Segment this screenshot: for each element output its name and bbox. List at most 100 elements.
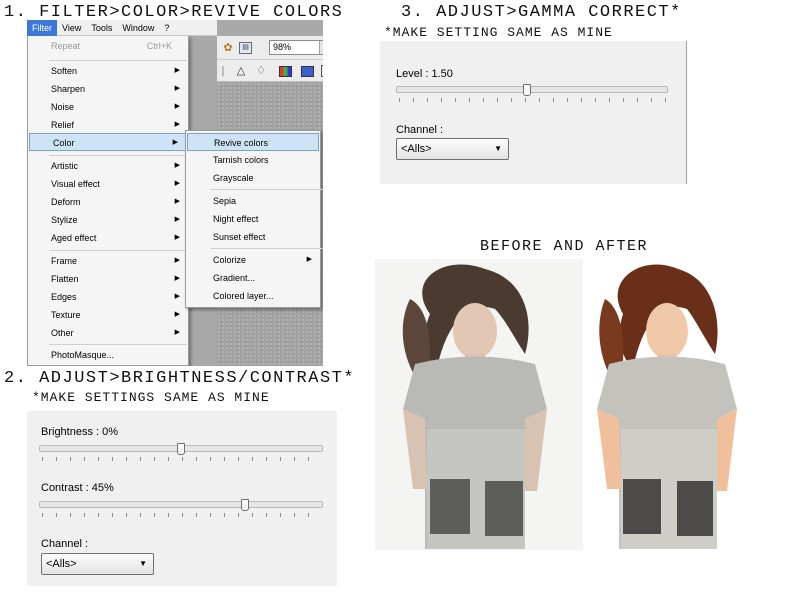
menu-item-label: Tarnish colors: [213, 155, 269, 165]
rgb-icon[interactable]: [279, 66, 292, 77]
menu-item-photomasque[interactable]: PhotoMasque...: [28, 346, 188, 364]
step3-title: 3. ADJUST>GAMMA CORRECT*: [401, 3, 682, 22]
contrast-label: Contrast : 45%: [41, 482, 114, 494]
menu-item-aged-effect[interactable]: Aged effect ▶: [28, 229, 188, 247]
chevron-down-icon[interactable]: ▼: [319, 41, 323, 54]
chevron-right-icon: ▶: [174, 198, 180, 205]
brightness-label: Brightness : 0%: [41, 426, 119, 438]
menu-separator: [49, 60, 187, 61]
menu-item-label: Repeat: [51, 41, 81, 51]
menu-view[interactable]: View: [57, 20, 86, 36]
step2-note: *MAKE SETTINGS SAME AS MINE: [32, 390, 270, 405]
menu-item-label: Other: [51, 328, 74, 338]
crop-icon[interactable]: ⊠: [321, 65, 323, 77]
menu-item-label: Grayscale: [213, 173, 254, 183]
zoom-value: 98%: [273, 42, 292, 52]
menu-item-tarnish-colors[interactable]: Tarnish colors: [186, 151, 320, 169]
menu-item-edges[interactable]: Edges ▶: [28, 288, 188, 306]
chevron-right-icon: ▶: [306, 256, 312, 263]
drop-icon[interactable]: ♢: [253, 63, 269, 79]
gamma-slider-thumb[interactable]: [523, 84, 532, 96]
menu-item-label: Gradient...: [213, 273, 256, 283]
chevron-right-icon: ▶: [174, 257, 180, 264]
palette-icon[interactable]: ✿: [220, 40, 236, 56]
filter-menu: Repeat Ctrl+K Soften ▶ Sharpen ▶ Noise ▶ Re…: [27, 36, 189, 366]
menu-item-color[interactable]: Color ▶: [29, 133, 187, 151]
menu-item-label: Sharpen: [51, 84, 86, 94]
filter-menu-screenshot: Filter View Tools Window ? ✿ ▤ 98% ▼ ⊕ |…: [27, 20, 323, 366]
menu-item-stylize[interactable]: Stylize ▶: [28, 211, 188, 229]
menu-item-revive-colors[interactable]: Revive colors: [187, 133, 319, 151]
color-submenu: Revive colors Tarnish colors Grayscale S…: [185, 130, 323, 308]
menu-item-label: Soften: [51, 66, 78, 76]
menu-item-label: Relief: [51, 120, 75, 130]
gamma-dialog: Level : 1.50 Channel : <Alls> ▼: [380, 41, 687, 184]
menu-separator: [49, 155, 187, 156]
chevron-right-icon: ▶: [174, 67, 180, 74]
menu-item-artistic[interactable]: Artistic ▶: [28, 157, 188, 175]
channel-value: <Alls>: [46, 558, 77, 570]
before-photo: [375, 259, 583, 550]
menu-item-other[interactable]: Other ▶: [28, 324, 188, 342]
step2-title: 2. ADJUST>BRIGHTNESS/CONTRAST*: [4, 369, 356, 388]
menu-window[interactable]: Window: [117, 20, 159, 36]
zoom-select[interactable]: 98% ▼: [269, 40, 323, 55]
triangle-icon[interactable]: △: [233, 63, 249, 79]
menu-tools[interactable]: Tools: [86, 20, 117, 36]
menu-item-visual-effect[interactable]: Visual effect ▶: [28, 175, 188, 193]
brightness-slider-ticks: [42, 457, 322, 461]
gamma-channel-label: Channel :: [396, 124, 444, 136]
channel-value: <Alls>: [401, 143, 432, 155]
chevron-right-icon: ▶: [174, 329, 180, 336]
after-portrait: [597, 264, 737, 549]
menu-item-deform[interactable]: Deform ▶: [28, 193, 188, 211]
chevron-down-icon: ▼: [139, 559, 147, 568]
menu-item-label: Sunset effect: [213, 232, 266, 242]
window-icon[interactable]: ▤: [239, 42, 252, 54]
screen-icon[interactable]: [301, 66, 314, 77]
menu-item-sunset-effect[interactable]: Sunset effect: [186, 228, 320, 246]
menu-item-noise[interactable]: Noise ▶: [28, 98, 188, 116]
menu-item-grayscale[interactable]: Grayscale: [186, 169, 320, 187]
menu-item-relief[interactable]: Relief ▶: [28, 116, 188, 134]
shortcut-label: Ctrl+K: [146, 41, 172, 51]
step3-note: *MAKE SETTING SAME AS MINE: [384, 25, 613, 40]
channel-label: Channel :: [41, 538, 89, 550]
menu-separator: [211, 248, 323, 249]
menu-item-flatten[interactable]: Flatten ▶: [28, 270, 188, 288]
gamma-slider-ticks: [399, 98, 667, 102]
menu-item-label: Night effect: [213, 214, 259, 224]
menu-filter[interactable]: Filter: [27, 20, 57, 36]
channel-select[interactable]: <Alls> ▼: [41, 553, 154, 575]
before-portrait: [402, 264, 547, 549]
chevron-right-icon: ▶: [174, 234, 180, 241]
menu-item-colorize[interactable]: Colorize ▶: [186, 251, 320, 269]
menu-help[interactable]: ?: [159, 20, 174, 36]
menu-item-colored-layer[interactable]: Colored layer...: [186, 287, 320, 305]
chevron-right-icon: ▶: [174, 293, 180, 300]
menu-item-soften[interactable]: Soften ▶: [28, 62, 188, 80]
gamma-level-label: Level : 1.50: [396, 68, 453, 80]
chevron-right-icon: ▶: [174, 275, 180, 282]
menu-item-gradient[interactable]: Gradient...: [186, 269, 320, 287]
menu-item-sepia[interactable]: Sepia: [186, 192, 320, 210]
menu-item-sharpen[interactable]: Sharpen ▶: [28, 80, 188, 98]
brightness-contrast-dialog: Brightness : 0% Contrast : 45% Channel :…: [27, 411, 337, 586]
menu-item-frame[interactable]: Frame ▶: [28, 252, 188, 270]
menu-item-repeat[interactable]: Repeat Ctrl+K: [28, 37, 188, 55]
menu-item-texture[interactable]: Texture ▶: [28, 306, 188, 324]
chevron-right-icon: ▶: [174, 85, 180, 92]
contrast-slider-track[interactable]: [39, 501, 323, 508]
contrast-slider-thumb[interactable]: [240, 499, 249, 511]
gamma-slider-track[interactable]: [396, 86, 668, 93]
brightness-slider-thumb[interactable]: [177, 443, 185, 455]
menu-item-label: Colored layer...: [213, 291, 274, 301]
gamma-channel-select[interactable]: <Alls> ▼: [396, 138, 509, 160]
after-photo: [583, 259, 743, 550]
menu-item-night-effect[interactable]: Night effect: [186, 210, 320, 228]
chevron-right-icon: ▶: [174, 216, 180, 223]
menu-item-label: Texture: [51, 310, 81, 320]
menu-separator: [49, 344, 187, 345]
menu-item-label: Colorize: [213, 255, 247, 265]
menu-item-label: Edges: [51, 292, 77, 302]
